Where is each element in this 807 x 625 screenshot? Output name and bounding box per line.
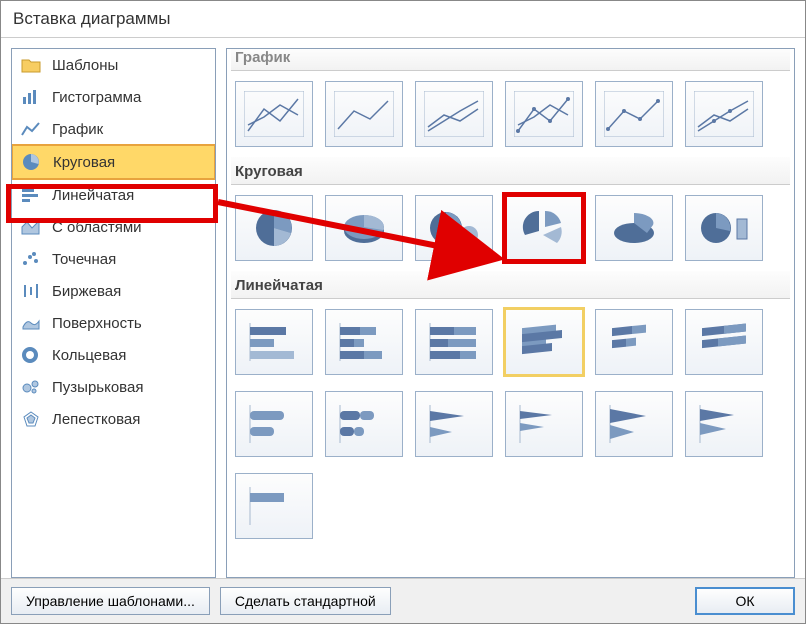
sidebar-item-donut[interactable]: Кольцевая — [12, 339, 215, 371]
sidebar-item-label: График — [52, 121, 103, 138]
line-chart-thumbs — [231, 75, 790, 157]
sidebar-item-label: Гистограмма — [52, 89, 141, 106]
set-default-button[interactable]: Сделать стандартной — [220, 587, 391, 615]
chart-thumb-line-1[interactable] — [235, 81, 313, 147]
dialog-title: Вставка диаграммы — [1, 1, 805, 38]
stock-chart-icon — [20, 281, 42, 301]
chart-thumb-pie-3[interactable] — [415, 195, 493, 261]
bar-chart-thumbs-1 — [231, 303, 790, 385]
sidebar-item-label: Поверхность — [52, 315, 142, 332]
chart-thumb-pie-5[interactable] — [595, 195, 673, 261]
sidebar-item-pie[interactable]: Круговая — [11, 144, 216, 180]
sidebar-item-label: Линейчатая — [52, 187, 134, 204]
sidebar-item-label: Шаблоны — [52, 57, 118, 74]
sidebar-item-bar-h[interactable]: Линейчатая — [12, 179, 215, 211]
chart-category-sidebar: Шаблоны Гистограмма График Круговая — [11, 48, 216, 578]
dialog-body: Шаблоны Гистограмма График Круговая — [1, 38, 805, 578]
sidebar-item-label: Точечная — [52, 251, 116, 268]
chart-thumb-bar-extra[interactable] — [235, 473, 313, 539]
section-header-line: График — [231, 49, 790, 71]
donut-chart-icon — [20, 345, 42, 365]
bar-vertical-icon — [20, 87, 42, 107]
folder-icon — [20, 55, 42, 75]
chart-thumb-bar-1[interactable] — [235, 309, 313, 375]
sidebar-item-area[interactable]: С областями — [12, 211, 215, 243]
bubble-chart-icon — [20, 377, 42, 397]
sidebar-item-surface[interactable]: Поверхность — [12, 307, 215, 339]
sidebar-item-label: Круговая — [53, 154, 115, 171]
manage-templates-button[interactable]: Управление шаблонами... — [11, 587, 210, 615]
chart-thumb-bar-cyl-1[interactable] — [235, 391, 313, 457]
pie-chart-thumbs — [231, 189, 790, 271]
pie-chart-icon — [21, 152, 43, 172]
chart-thumb-line-6[interactable] — [685, 81, 763, 147]
sidebar-item-label: С областями — [52, 219, 142, 236]
chart-thumb-bar-pyr-1[interactable] — [595, 391, 673, 457]
chart-thumb-line-5[interactable] — [595, 81, 673, 147]
chart-thumb-line-3[interactable] — [415, 81, 493, 147]
sidebar-item-radar[interactable]: Лепестковая — [12, 403, 215, 435]
sidebar-item-label: Лепестковая — [52, 411, 140, 428]
section-header-pie: Круговая — [231, 157, 790, 185]
chart-thumb-bar-cyl-2[interactable] — [325, 391, 403, 457]
sidebar-item-bubble[interactable]: Пузырьковая — [12, 371, 215, 403]
sidebar-item-stock[interactable]: Биржевая — [12, 275, 215, 307]
sidebar-item-label: Кольцевая — [52, 347, 126, 364]
chart-thumb-bar-3d-clustered[interactable] — [505, 309, 583, 375]
sidebar-item-line[interactable]: График — [12, 113, 215, 145]
chart-thumb-bar-cone-2[interactable] — [505, 391, 583, 457]
sidebar-item-histogram[interactable]: Гистограмма — [12, 81, 215, 113]
bar-chart-thumbs-2 — [231, 385, 790, 467]
surface-chart-icon — [20, 313, 42, 333]
area-chart-icon — [20, 217, 42, 237]
dialog-footer: Управление шаблонами... Сделать стандарт… — [1, 578, 805, 623]
chart-thumb-line-4[interactable] — [505, 81, 583, 147]
section-header-bar: Линейчатая — [231, 271, 790, 299]
chart-thumb-pie-6[interactable] — [685, 195, 763, 261]
chart-thumb-bar-6[interactable] — [685, 309, 763, 375]
sidebar-item-templates[interactable]: Шаблоны — [12, 49, 215, 81]
chart-thumb-bar-2[interactable] — [325, 309, 403, 375]
bar-horizontal-icon — [20, 185, 42, 205]
scatter-chart-icon — [20, 249, 42, 269]
chart-type-gallery: График Круговая Линейчатая — [226, 48, 795, 578]
chart-thumb-bar-3[interactable] — [415, 309, 493, 375]
line-chart-icon — [20, 119, 42, 139]
chart-thumb-pie-1[interactable] — [235, 195, 313, 261]
chart-thumb-bar-5[interactable] — [595, 309, 673, 375]
sidebar-item-label: Пузырьковая — [52, 379, 143, 396]
chart-thumb-pie-2[interactable] — [325, 195, 403, 261]
chart-thumb-bar-pyr-2[interactable] — [685, 391, 763, 457]
sidebar-item-scatter[interactable]: Точечная — [12, 243, 215, 275]
chart-thumb-bar-cone-1[interactable] — [415, 391, 493, 457]
footer-spacer — [401, 587, 685, 615]
chart-thumb-pie-exploded[interactable] — [505, 195, 583, 261]
bar-chart-thumbs-3 — [231, 467, 790, 549]
ok-button[interactable]: ОК — [695, 587, 795, 615]
radar-chart-icon — [20, 409, 42, 429]
sidebar-item-label: Биржевая — [52, 283, 121, 300]
insert-chart-dialog: Вставка диаграммы Шаблоны Гистограмма Г — [0, 0, 806, 624]
chart-thumb-line-2[interactable] — [325, 81, 403, 147]
